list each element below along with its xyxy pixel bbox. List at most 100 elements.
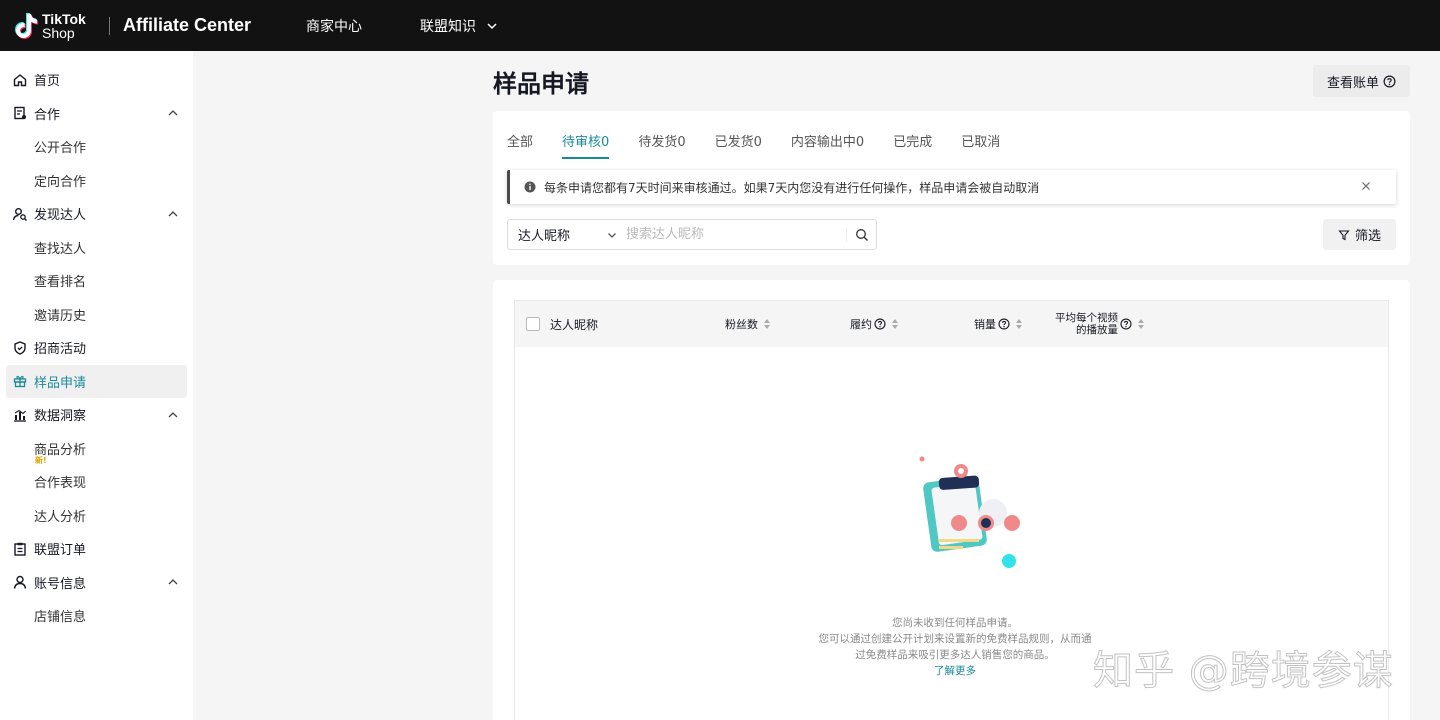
sidebar-item-discover-creators[interactable]: 发现达人 [0,197,193,231]
tab-completed[interactable]: 已完成 [893,131,932,156]
question-circle-icon [1383,75,1396,87]
sidebar-item-campaigns[interactable]: 招商活动 [0,331,193,365]
col-label: 履约 [850,318,872,331]
empty-state-text: 您尚未收到任何样品申请。 您可以通过创建公开计划来设置新的免费样品规则，从而通 … [775,615,1135,679]
empty-line-3: 过免费样品来吸引更多达人销售您的商品。 [855,649,1055,661]
search-input[interactable] [626,221,846,248]
tab-pending-review[interactable]: 待审核0 [562,131,610,159]
empty-line-2: 您可以通过创建公开计划来设置新的免费样品规则，从而通 [818,633,1092,645]
home-icon [13,73,27,86]
col-label: 达人昵称 [550,317,599,332]
table-header: 达人昵称 粉丝数 履约 销量 平均每个视频 的播放量 [515,301,1388,347]
sidebar-item-home[interactable]: 首页 [0,63,193,97]
sidebar-item-creator-analysis[interactable]: 达人分析 [0,499,193,533]
question-circle-icon [1120,318,1132,330]
sidebar-item-label: 样品申请 [34,375,87,391]
logo-text: TikTok Shop [42,12,96,40]
search-button[interactable] [846,227,876,242]
info-icon [524,181,536,193]
sidebar-item-product-analysis[interactable]: 商品分析 新! [0,432,193,466]
sidebar-item-label: 合作 [34,107,61,123]
tab-shipped[interactable]: 已发货0 [715,131,762,156]
sidebar-item-find-creators[interactable]: 查找达人 [0,231,193,265]
tab-label: 已取消 [961,135,1001,150]
sort-icon [1138,319,1144,329]
sidebar-item-data-insights[interactable]: 数据洞察 [0,398,193,432]
question-circle-icon [998,318,1010,330]
tab-label: 内容输出中 [790,135,856,150]
sidebar-item-store-info[interactable]: 店铺信息 [0,599,193,633]
sidebar-item-view-ranking[interactable]: 查看排名 [0,264,193,298]
search-type-select[interactable]: 达人昵称 [508,225,626,244]
topnav-label: 联盟知识 [420,18,476,35]
learn-more-link[interactable]: 了解更多 [775,663,1135,679]
clipboard-icon [14,542,26,556]
find-creator-icon [12,207,27,221]
sidebar-item-cooperation[interactable]: 合作 [0,97,193,131]
sidebar-item-account-info[interactable]: 账号信息 [0,566,193,600]
filter-button[interactable]: 筛选 [1323,219,1396,250]
view-bill-button[interactable]: 查看账单 [1313,65,1410,97]
notice-text: 每条申请您都有7天时间来审核通过。如果7天内您没有进行任何操作，样品申请会被自动… [544,180,1040,195]
tab-cancelled[interactable]: 已取消 [961,131,1000,156]
page-title: 样品申请 [493,70,589,98]
topbar-divider [109,16,110,35]
sidebar-item-label: 邀请历史 [34,308,87,324]
sidebar-item-affiliate-orders[interactable]: 联盟订单 [0,532,193,566]
filter-icon [1338,229,1350,240]
sidebar-item-label: 达人分析 [34,509,87,525]
col-sales[interactable]: 销量 [974,301,1022,347]
tiktok-shop-logo[interactable]: TikTok Shop [12,10,96,42]
tab-label: 待审核 [562,135,602,150]
brand-title: Affiliate Center [123,15,252,35]
col-fans[interactable]: 粉丝数 [725,301,770,347]
chevron-up-icon [168,411,178,418]
sidebar: 首页 合作 公开合作 定向合作 发现达人 查找达人 查看排名 邀请历史 招商活动… [0,51,193,720]
sidebar-item-invitation-history[interactable]: 邀请历史 [0,298,193,332]
sidebar-item-label: 公开合作 [34,141,87,157]
col-avg-views[interactable]: 平均每个视频 的播放量 [1055,301,1144,347]
sidebar-item-label: 查看排名 [34,275,87,291]
logo-line-2: Shop [42,24,75,41]
sidebar-item-sample-requests[interactable]: 样品申请 [6,364,187,398]
tab-count: 0 [601,135,610,150]
tab-pending-shipment[interactable]: 待发货0 [638,131,685,156]
sidebar-item-targeted-cooperation[interactable]: 定向合作 [0,164,193,198]
empty-line-1: 您尚未收到任何样品申请。 [892,617,1018,629]
new-badge: 新! [35,455,47,465]
select-all-checkbox[interactable] [526,317,540,331]
view-bill-label: 查看账单 [1326,75,1379,91]
sidebar-item-label: 查找达人 [34,241,87,257]
sidebar-item-label: 首页 [34,74,61,90]
col-label: 粉丝数 [725,318,758,331]
sidebar-item-cooperation-performance[interactable]: 合作表现 [0,465,193,499]
tab-all[interactable]: 全部 [507,131,533,156]
shield-icon [14,340,26,355]
tab-label: 全部 [507,135,534,150]
tiktok-logo-icon [15,12,38,39]
info-notice: 每条申请您都有7天时间来审核通过。如果7天内您没有进行任何操作，样品申请会被自动… [507,170,1396,204]
col-nickname: 达人昵称 [550,301,598,347]
select-all-cell [526,301,540,347]
top-nav: 商家中心 联盟知识 [306,16,556,36]
sort-icon [892,319,898,329]
col-label: 平均每个视频 [1055,312,1118,324]
topnav-affiliate-knowledge[interactable]: 联盟知识 [420,16,498,36]
col-fulfillment[interactable]: 履约 [850,301,898,347]
tab-label: 已发货 [714,135,754,150]
chevron-up-icon [168,110,178,116]
topnav-merchant-center[interactable]: 商家中心 [306,16,362,36]
sidebar-item-public-cooperation[interactable]: 公开合作 [0,130,193,164]
chevron-down-icon [608,232,616,238]
search-bar: 达人昵称 [507,219,877,250]
topnav-label: 商家中心 [306,18,362,35]
cooperation-icon [14,107,26,120]
close-icon[interactable] [1360,180,1372,192]
filter-label: 筛选 [1354,229,1381,244]
chevron-down-icon [487,22,497,29]
logo-line-1: TikTok [42,10,86,27]
sidebar-item-label: 招商活动 [34,342,87,358]
user-icon [13,576,27,589]
tab-content-in-progress[interactable]: 内容输出中0 [791,131,864,156]
tab-label: 已完成 [893,135,933,150]
